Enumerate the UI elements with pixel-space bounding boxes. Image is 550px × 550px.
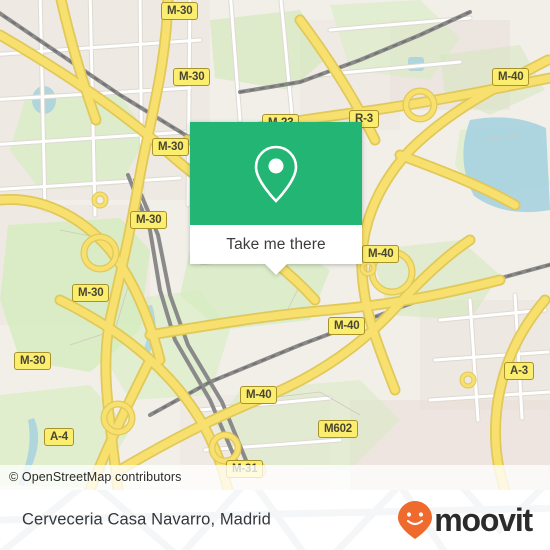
moovit-wordmark: moovit	[434, 502, 533, 538]
road-shield: M-30	[130, 211, 168, 229]
location-pin-icon	[254, 145, 298, 203]
road-shield: M-40	[328, 317, 366, 335]
road-shield: M-40	[240, 386, 278, 404]
place-title: Cerveceria Casa Navarro, Madrid	[22, 510, 271, 529]
road-shield: M-30	[161, 2, 199, 20]
callout-pin-panel	[190, 122, 362, 225]
road-shield: M-30	[14, 352, 52, 370]
road-shield: M-30	[152, 138, 190, 156]
road-shield: M-30	[173, 68, 211, 86]
road-shield: M-40	[492, 68, 530, 86]
road-shield: M-40	[362, 245, 400, 263]
callout-action-bar[interactable]: Take me there	[190, 225, 362, 275]
footer-bar: Cerveceria Casa Navarro, Madrid moovit	[0, 490, 550, 550]
take-me-there-callout[interactable]: Take me there	[190, 122, 362, 275]
moovit-logo[interactable]: moovit	[397, 500, 533, 540]
moovit-place-map-card: .park { fill:#d6ecc0; } .park2 { fill:#c…	[0, 0, 550, 550]
callout-action-label: Take me there	[226, 235, 326, 253]
road-shield: A-4	[44, 428, 74, 446]
road-shield: M602	[318, 420, 358, 438]
map-attribution: © OpenStreetMap contributors	[0, 465, 550, 490]
moovit-pin-icon	[398, 501, 433, 539]
road-shield: A-3	[504, 362, 534, 380]
road-shield: M-30	[72, 284, 110, 302]
callout-tail	[265, 264, 287, 275]
map-canvas[interactable]: .park { fill:#d6ecc0; } .park2 { fill:#c…	[0, 0, 550, 490]
